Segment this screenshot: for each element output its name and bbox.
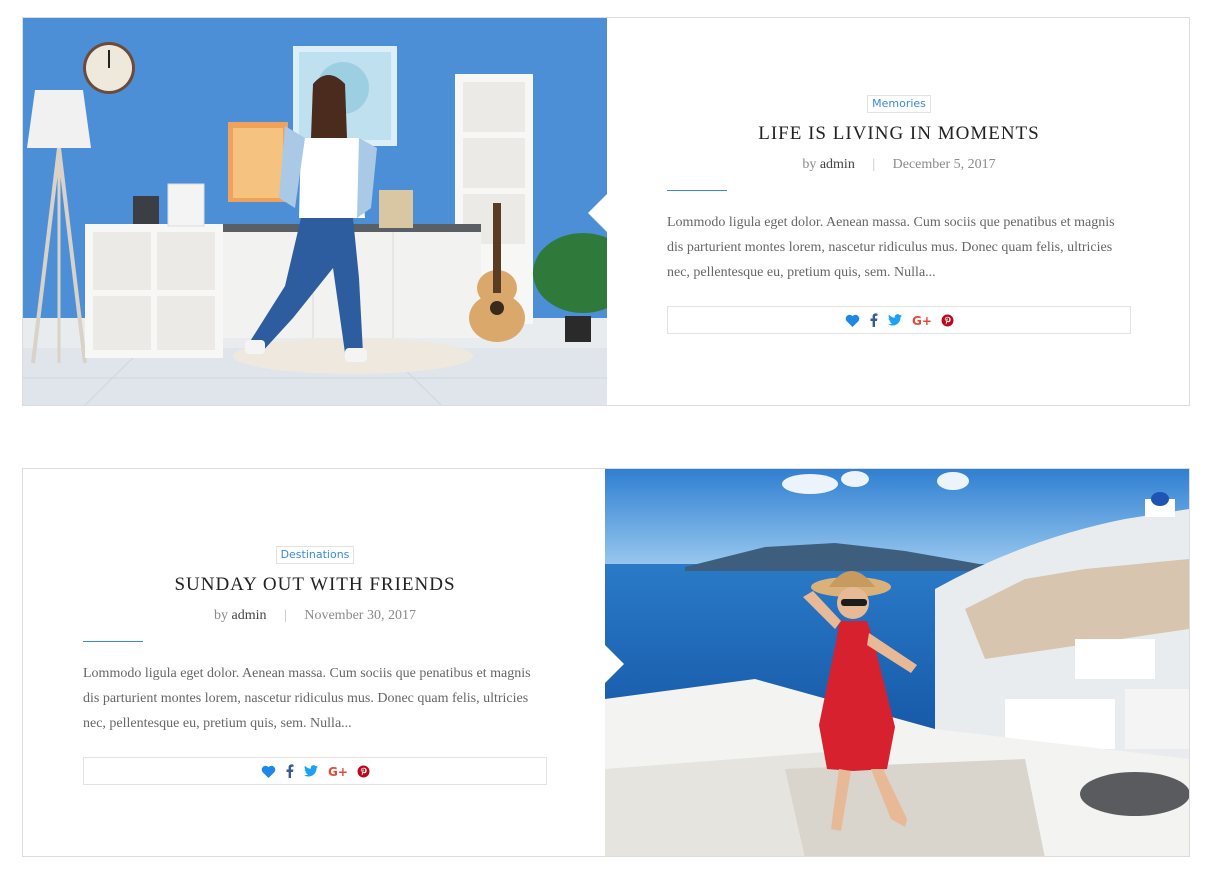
post-content: Memories LIFE IS LIVING IN MOMENTS by ad… [607,18,1189,405]
byline-prefix: by [802,157,817,172]
santorini-woman-red-dress-image [605,469,1189,856]
share-bar: G+ [667,306,1131,334]
meta-separator: | [872,157,876,172]
pinterest-icon[interactable] [941,314,954,327]
category-tag[interactable]: Destinations [275,546,355,564]
facebook-icon[interactable] [286,764,294,778]
post-featured-image[interactable] [605,469,1189,856]
svg-text:G+: G+ [912,314,931,326]
post-title[interactable]: SUNDAY OUT WITH FRIENDS [83,574,547,596]
heart-icon[interactable] [261,765,276,778]
post-content: Destinations SUNDAY OUT WITH FRIENDS by … [23,469,607,856]
image-notch-arrow [605,644,624,683]
image-notch-arrow [588,193,607,232]
title-divider [83,641,143,642]
post-excerpt: Lommodo ligula eget dolor. Aenean massa.… [667,215,1115,280]
meta-separator: | [284,608,287,623]
twitter-icon[interactable] [303,765,318,777]
title-divider [667,190,727,191]
dancing-woman-living-room-image [23,18,607,405]
pinterest-icon[interactable] [357,765,370,778]
byline-prefix: by [214,608,229,623]
post-card: Destinations SUNDAY OUT WITH FRIENDS by … [22,468,1190,857]
category-tag[interactable]: Memories [867,95,931,113]
post-card: Memories LIFE IS LIVING IN MOMENTS by ad… [22,17,1190,406]
post-excerpt: Lommodo ligula eget dolor. Aenean massa.… [83,666,531,731]
twitter-icon[interactable] [887,314,902,326]
google-plus-icon[interactable]: G+ [328,765,347,777]
google-plus-icon[interactable]: G+ [912,314,931,326]
post-meta: by admin | December 5, 2017 [667,157,1131,173]
author-link[interactable]: admin [232,608,267,623]
post-featured-image[interactable] [23,18,607,405]
share-bar: G+ [83,757,547,785]
post-title[interactable]: LIFE IS LIVING IN MOMENTS [667,123,1131,145]
post-meta: by admin | November 30, 2017 [83,608,547,624]
facebook-icon[interactable] [870,313,878,327]
post-date: November 30, 2017 [304,608,416,623]
heart-icon[interactable] [845,314,860,327]
author-link[interactable]: admin [820,157,855,172]
svg-text:G+: G+ [328,765,347,777]
post-date: December 5, 2017 [892,157,996,172]
